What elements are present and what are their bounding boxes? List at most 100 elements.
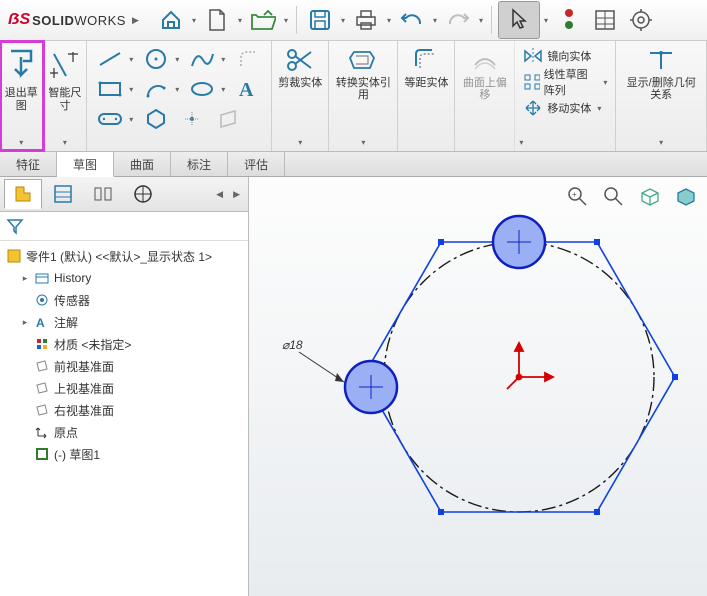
tree-top-plane[interactable]: 上视基准面 — [2, 377, 246, 399]
options-button[interactable] — [588, 3, 622, 37]
dropdown-icon[interactable]: ▾ — [175, 75, 183, 103]
dimension-icon — [48, 45, 82, 85]
dropdown-icon[interactable]: ▾ — [221, 45, 229, 73]
circle-button[interactable] — [139, 45, 173, 73]
property-manager-tab[interactable] — [44, 179, 82, 209]
ellipse-button[interactable] — [185, 75, 219, 103]
dropdown-icon[interactable]: ▾ — [63, 138, 67, 147]
command-tabs: 特征 草图 曲面 标注 评估 — [0, 152, 707, 177]
dropdown-icon[interactable]: ▾ — [190, 4, 198, 36]
open-button[interactable] — [246, 3, 280, 37]
title-bar: ẞS SOLIDWORKS ▶ ▾ ▾ ▾ ▾ ▾ ▾ ▾ ▾ — [0, 0, 707, 41]
dropdown-icon[interactable]: ▾ — [282, 4, 290, 36]
tree-history[interactable]: ▸History — [2, 267, 246, 289]
dropdown-icon[interactable]: ▾ — [298, 138, 302, 147]
tab-features[interactable]: 特征 — [0, 152, 57, 176]
dropdown-icon[interactable]: ▾ — [129, 105, 137, 133]
convert-icon — [348, 45, 378, 75]
dropdown-icon[interactable]: ▾ — [129, 75, 137, 103]
dropdown-icon[interactable]: ▾ — [431, 4, 439, 36]
ribbon: 退出草图 ▾ 智能尺寸 ▾ ▾ ▾ ▾ ▾ ▾ ▾ A ▾ 剪裁实体 ▾ — [0, 41, 707, 152]
redo-button[interactable] — [441, 3, 475, 37]
display-relations-button[interactable]: 显示/删除几何关系 ▾ — [616, 41, 707, 151]
tree-annotations[interactable]: ▸A注解 — [2, 311, 246, 333]
exit-sketch-icon — [3, 45, 39, 85]
app-logo: ẞS SOLIDWORKS ▶ — [0, 11, 146, 29]
svg-text:A: A — [36, 316, 45, 329]
dropdown-icon[interactable]: ▾ — [236, 4, 244, 36]
plane-button[interactable] — [211, 105, 245, 133]
relations-icon — [646, 45, 676, 75]
tree-sensors[interactable]: 传感器 — [2, 289, 246, 311]
sketch-viewport: ⌀18 — [249, 177, 707, 596]
fillet-button[interactable] — [231, 45, 265, 73]
dropdown-icon[interactable]: ▾ — [477, 4, 485, 36]
dropdown-icon[interactable]: ▾ — [519, 138, 523, 147]
line-button[interactable] — [93, 45, 127, 73]
graphics-area[interactable]: + ⌀18 — [249, 177, 707, 596]
dropdown-icon[interactable]: ▾ — [129, 45, 137, 73]
dropdown-icon[interactable]: ▾ — [19, 138, 23, 147]
undo-button[interactable] — [395, 3, 429, 37]
filter-icon[interactable] — [6, 217, 24, 235]
tree-root[interactable]: 零件1 (默认) <<默认>_显示状态 1> — [2, 245, 246, 267]
offset-icon — [412, 45, 440, 75]
point-button[interactable] — [175, 105, 209, 133]
rectangle-button[interactable] — [93, 75, 127, 103]
rebuild-button[interactable] — [552, 3, 586, 37]
spline-button[interactable] — [185, 45, 219, 73]
tree-sketch1[interactable]: (-) 草图1 — [2, 443, 246, 465]
arc-button[interactable] — [139, 75, 173, 103]
exit-sketch-button[interactable]: 退出草图 ▾ — [0, 41, 44, 151]
tree-origin[interactable]: 原点 — [2, 421, 246, 443]
tab-annotate[interactable]: 标注 — [171, 152, 228, 176]
dimension-label: ⌀18 — [282, 338, 303, 352]
dropdown-icon[interactable]: ▾ — [339, 4, 347, 36]
select-button[interactable] — [498, 1, 540, 39]
config-manager-tab[interactable] — [84, 179, 122, 209]
dropdown-icon[interactable]: ▾ — [175, 45, 183, 73]
dropdown-icon[interactable]: ▾ — [659, 138, 663, 147]
home-button[interactable] — [154, 3, 188, 37]
text-button[interactable]: A — [231, 75, 265, 103]
dimxpert-tab[interactable] — [124, 179, 162, 209]
slot-button[interactable] — [93, 105, 127, 133]
chevron-right-icon[interactable]: ▶ — [132, 15, 139, 26]
logo-text: SOLIDWORKS — [32, 13, 126, 28]
sketch-entities-group: ▾ ▾ ▾ ▾ ▾ ▾ A ▾ — [87, 41, 272, 151]
tree-front-plane[interactable]: 前视基准面 — [2, 355, 246, 377]
tree-material[interactable]: 材质 <未指定> — [2, 333, 246, 355]
scissors-icon — [285, 45, 315, 75]
manager-tabs: ◀ ▶ — [0, 177, 248, 212]
linear-pattern-button[interactable]: 线性草图阵列▾ — [519, 69, 611, 95]
polygon-button[interactable] — [139, 105, 173, 133]
tab-surfaces[interactable]: 曲面 — [114, 152, 171, 176]
surface-offset-button[interactable]: 曲面上偏移 — [455, 41, 515, 151]
quick-access-toolbar: ▾ ▾ ▾ ▾ ▾ ▾ ▾ ▾ — [146, 1, 658, 39]
feature-tree-tab[interactable] — [4, 179, 42, 209]
convert-entities-button[interactable]: 转换实体引用 ▾ — [329, 41, 398, 151]
tab-evaluate[interactable]: 评估 — [228, 152, 285, 176]
print-button[interactable] — [349, 3, 383, 37]
dropdown-icon[interactable]: ▾ — [542, 4, 550, 36]
smart-dimension-button[interactable]: 智能尺寸 ▾ — [44, 41, 88, 151]
save-button[interactable] — [303, 3, 337, 37]
dropdown-icon[interactable]: ▾ — [385, 4, 393, 36]
surface-offset-icon — [471, 45, 499, 75]
feature-tree: 零件1 (默认) <<默认>_显示状态 1> ▸History 传感器 ▸A注解… — [0, 241, 248, 596]
scroll-left-icon[interactable]: ◀ — [212, 189, 227, 200]
logo-ds-icon: ẞS — [8, 11, 30, 29]
dropdown-icon[interactable]: ▾ — [221, 75, 229, 103]
tab-sketch[interactable]: 草图 — [57, 152, 114, 177]
new-button[interactable] — [200, 3, 234, 37]
settings-button[interactable] — [624, 3, 658, 37]
offset-entities-button[interactable]: 等距实体 — [398, 41, 455, 151]
move-entities-button[interactable]: 移动实体▾ — [519, 95, 611, 121]
scroll-right-icon[interactable]: ▶ — [229, 189, 244, 200]
trim-button[interactable]: 剪裁实体 ▾ — [272, 41, 329, 151]
feature-manager-panel: ◀ ▶ 零件1 (默认) <<默认>_显示状态 1> ▸History 传感器 … — [0, 177, 249, 596]
dropdown-icon[interactable]: ▾ — [361, 138, 365, 147]
svg-text:A: A — [239, 79, 254, 100]
tree-right-plane[interactable]: 右视基准面 — [2, 399, 246, 421]
tree-filter-row — [0, 212, 248, 241]
